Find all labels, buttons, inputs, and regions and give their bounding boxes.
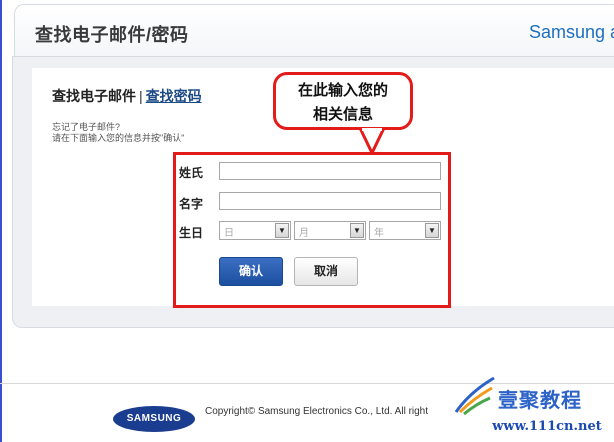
cancel-button[interactable]: 取消 (294, 257, 358, 286)
copyright-text: Copyright© Samsung Electronics Co., Ltd.… (205, 406, 429, 417)
tab-find-email[interactable]: 查找电子邮件 (52, 88, 136, 104)
day-select[interactable]: 日 ▼ (219, 221, 291, 240)
tab-separator: | (139, 88, 143, 104)
window-frame-edge (0, 0, 2, 442)
last-name-input[interactable] (219, 162, 441, 180)
watermark-icon (454, 376, 495, 416)
callout-line-2: 相关信息 (312, 105, 373, 123)
year-select[interactable]: 年 ▼ (369, 221, 441, 240)
callout-tail (358, 128, 386, 155)
instructions: 忘记了电子邮件? 请在下面输入您的信息并按"确认" (52, 122, 184, 144)
month-select-value: 月 (299, 228, 309, 239)
watermark-name: 壹聚教程 (498, 390, 582, 412)
first-name-input[interactable] (219, 192, 441, 210)
callout-line-1: 在此输入您的 (297, 81, 388, 99)
month-select[interactable]: 月 ▼ (294, 221, 366, 240)
chevron-down-icon[interactable]: ▼ (350, 223, 364, 238)
callout-bubble: 在此输入您的 相关信息 (273, 72, 413, 130)
last-name-label: 姓氏 (179, 166, 204, 180)
first-name-label: 名字 (179, 197, 204, 211)
instructions-line-2: 请在下面输入您的信息并按"确认" (52, 133, 185, 143)
instructions-line-1: 忘记了电子邮件? (52, 122, 121, 132)
tab-bar: 查找电子邮件 | 查找密码 (52, 86, 202, 106)
chevron-down-icon[interactable]: ▼ (275, 223, 289, 238)
tab-find-password[interactable]: 查找密码 (146, 88, 202, 104)
chevron-down-icon[interactable]: ▼ (425, 223, 439, 238)
watermark-domain: www.111cn.net (480, 414, 614, 440)
samsung-logo: SAMSUNG (113, 406, 195, 432)
page-header: 查找电子邮件/密码 Samsung account (14, 4, 614, 61)
confirm-button[interactable]: 确认 (219, 257, 283, 286)
brand-logo: Samsung account (529, 22, 614, 42)
year-select-value: 年 (374, 228, 384, 239)
page-title: 查找电子邮件/密码 (35, 25, 189, 45)
birthday-label: 生日 (179, 226, 204, 240)
day-select-value: 日 (224, 228, 234, 239)
